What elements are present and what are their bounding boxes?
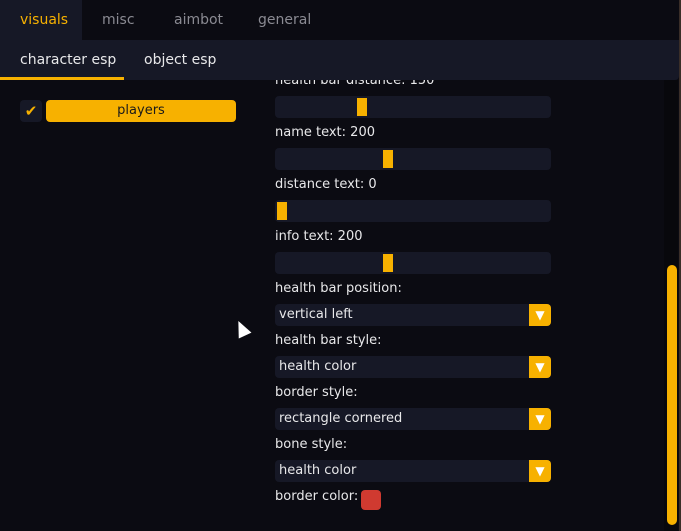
slider-handle[interactable] (383, 150, 394, 168)
slider-handle[interactable] (383, 254, 394, 272)
border-color-swatch[interactable] (361, 490, 381, 510)
combo-label: bone style: (275, 437, 348, 452)
menu-window: visuals misc aimbot general character es… (0, 0, 679, 531)
slider-label: health bar distance: 150 (275, 80, 435, 88)
distance-text-slider[interactable] (275, 200, 551, 222)
checkmark-icon: ✔ (24, 102, 38, 120)
border-color-label: border color: (275, 489, 359, 504)
subtab-character-esp[interactable]: character esp (20, 40, 116, 80)
tab-aimbot[interactable]: aimbot (154, 0, 238, 40)
dropdown-value: health color (279, 463, 357, 478)
bone-style-dropdown[interactable]: health color ▼ (275, 460, 551, 482)
slider-label: distance text: 0 (275, 177, 377, 192)
health-bar-style-dropdown[interactable]: health color ▼ (275, 356, 551, 378)
combo-label: health bar position: (275, 281, 402, 296)
subtab-object-esp[interactable]: object esp (144, 40, 216, 80)
health-bar-distance-slider[interactable] (275, 96, 551, 118)
mouse-cursor-icon (232, 318, 252, 339)
scrollbar-thumb[interactable] (667, 265, 677, 525)
slider-label: name text: 200 (275, 125, 375, 140)
info-text-slider[interactable] (275, 252, 551, 274)
sub-tabs: character esp object esp (0, 40, 679, 80)
chevron-down-icon[interactable]: ▼ (529, 304, 551, 326)
players-checkbox[interactable]: ✔ (20, 100, 42, 122)
border-style-dropdown[interactable]: rectangle cornered ▼ (275, 408, 551, 430)
dropdown-value: vertical left (279, 307, 353, 322)
settings-panel: health bar distance: 150 name text: 200 … (275, 80, 655, 531)
slider-handle[interactable] (277, 202, 287, 220)
health-bar-position-dropdown[interactable]: vertical left ▼ (275, 304, 551, 326)
name-text-slider[interactable] (275, 148, 551, 170)
chevron-down-icon[interactable]: ▼ (529, 460, 551, 482)
main-tabs: visuals misc aimbot general (0, 0, 679, 40)
players-button[interactable]: players (46, 100, 236, 122)
dropdown-value: rectangle cornered (279, 411, 403, 426)
tab-visuals[interactable]: visuals (0, 0, 82, 40)
combo-label: health bar style: (275, 333, 382, 348)
slider-handle[interactable] (356, 98, 367, 116)
tab-misc[interactable]: misc (82, 0, 154, 40)
active-subtab-indicator (0, 77, 124, 80)
chevron-down-icon[interactable]: ▼ (529, 408, 551, 430)
chevron-down-icon[interactable]: ▼ (529, 356, 551, 378)
combo-label: border style: (275, 385, 358, 400)
tab-general[interactable]: general (238, 0, 331, 40)
dropdown-value: health color (279, 359, 357, 374)
slider-label: info text: 200 (275, 229, 363, 244)
